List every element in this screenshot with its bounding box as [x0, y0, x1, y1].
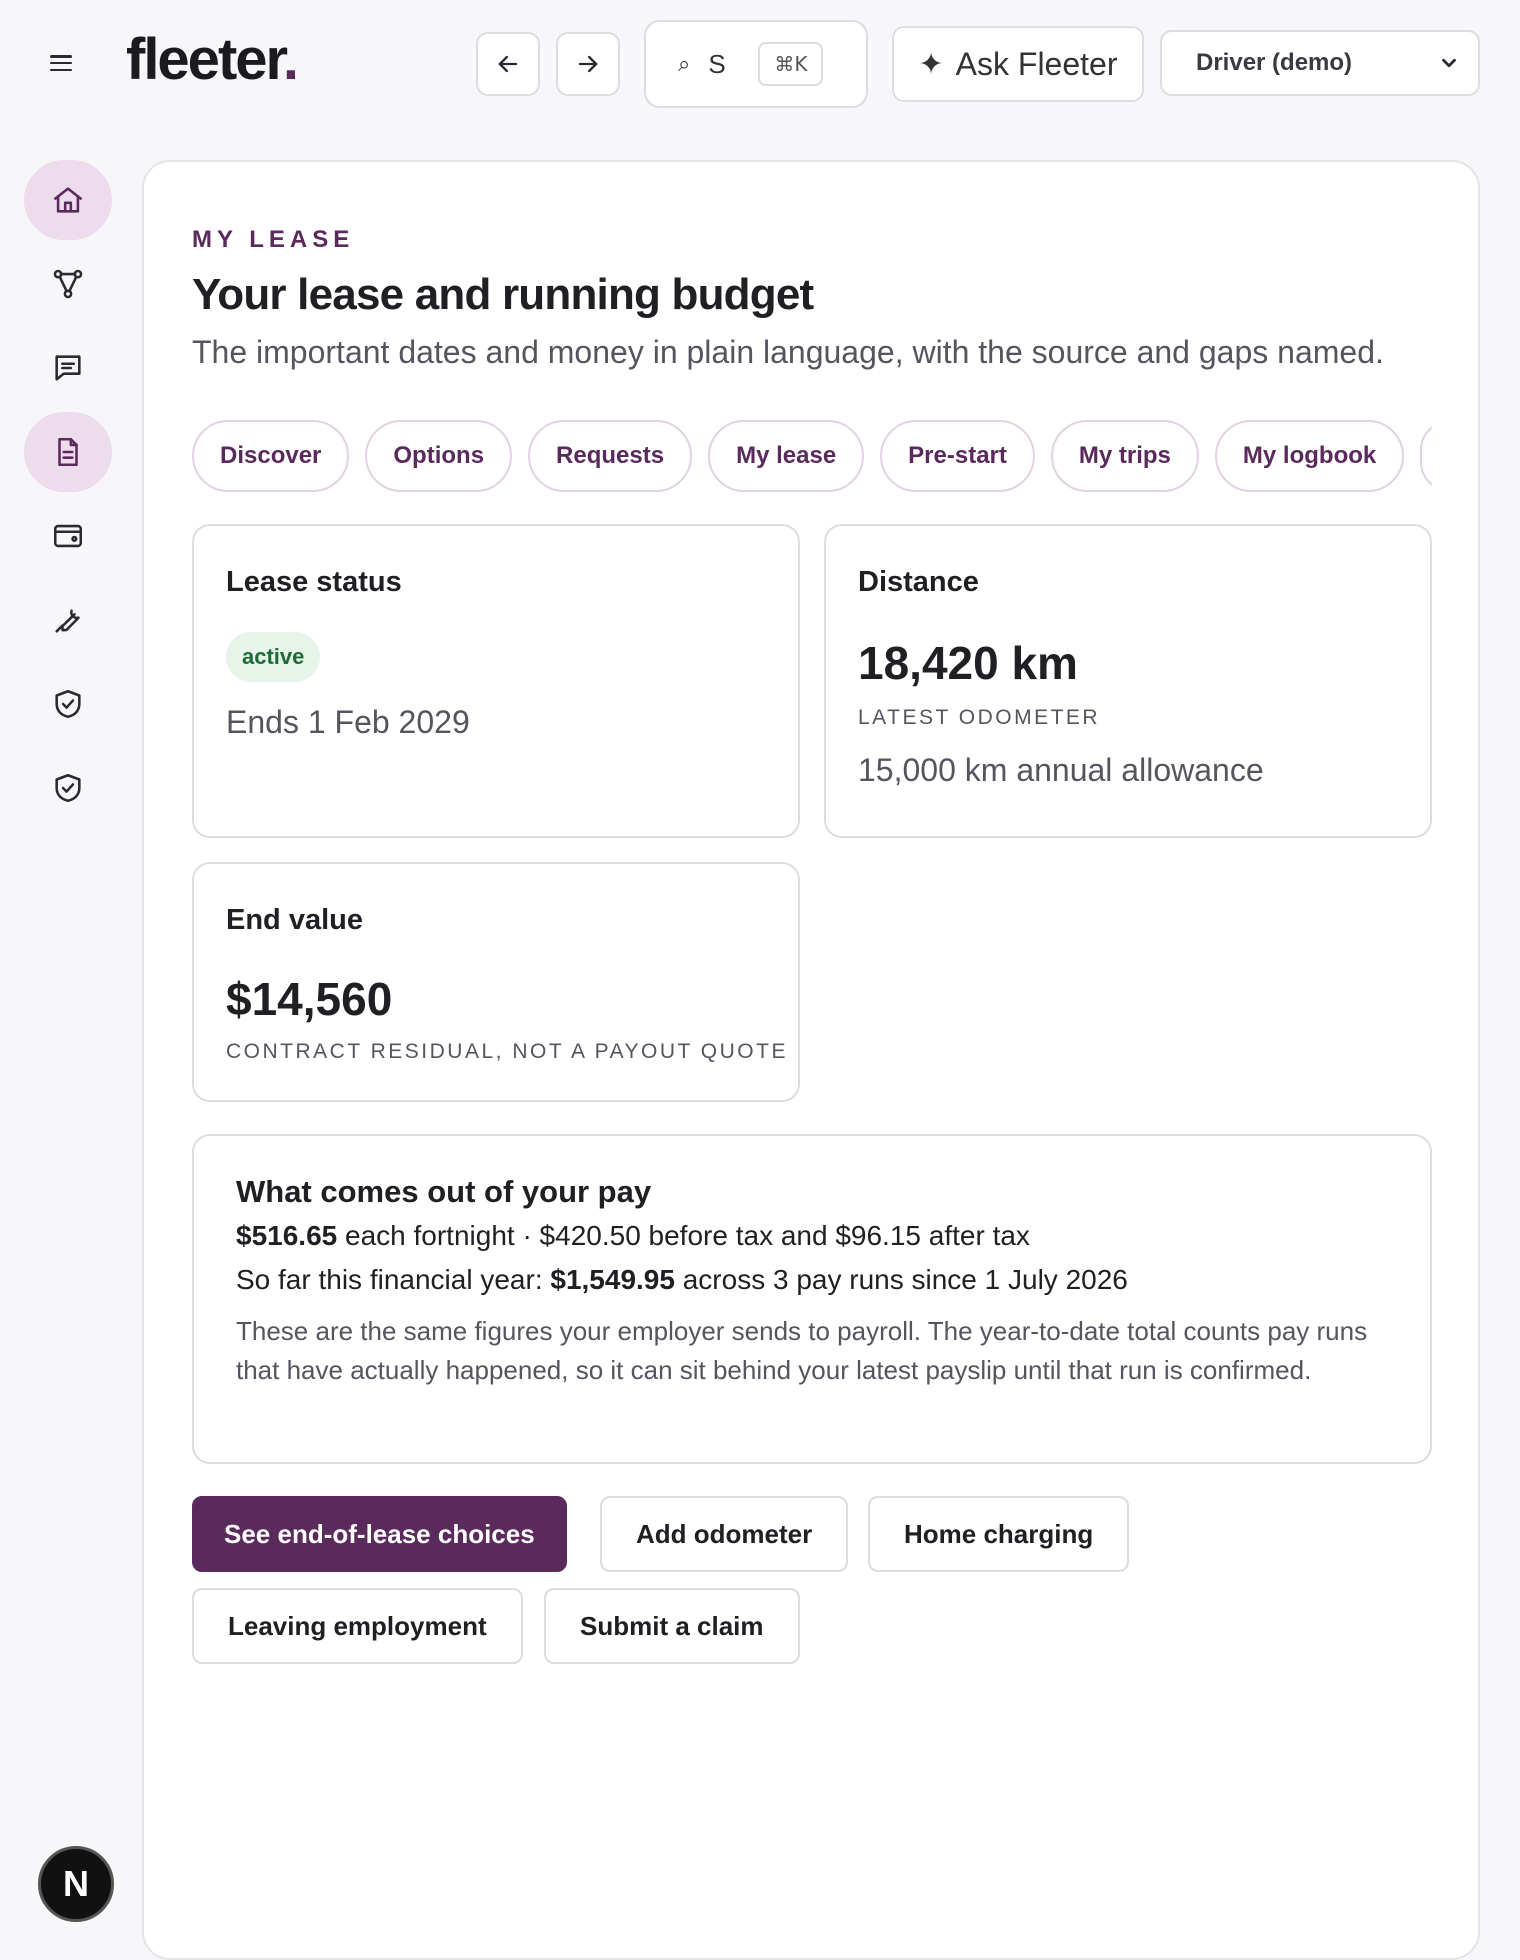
role-select-value: Driver (demo)	[1196, 49, 1353, 76]
lease-status-card: Lease status active Ends 1 Feb 2029	[192, 524, 800, 838]
ask-fleeter-label: Ask Fleeter	[955, 45, 1118, 82]
status-badge: active	[226, 632, 321, 682]
tab-my-lease[interactable]: My lease	[708, 420, 865, 492]
residual-value: $14,560	[226, 973, 393, 1025]
user-avatar[interactable]: N	[38, 1846, 114, 1922]
pay-title: What comes out of your pay	[236, 1174, 652, 1209]
home-charging-button[interactable]: Home charging	[868, 1496, 1130, 1572]
document-icon	[58, 437, 78, 467]
submit-claim-button[interactable]: Submit a claim	[544, 1588, 800, 1664]
section-tabs: Discover Options Requests My lease Pre-s…	[192, 420, 1432, 496]
end-value-card: End value $14,560 CONTRACT RESIDUAL, NOT…	[192, 862, 800, 1102]
page-eyebrow: MY LEASE	[192, 226, 355, 253]
wrench-icon	[55, 609, 80, 633]
sidebar-item-maintenance[interactable]	[24, 580, 112, 660]
page-title: Your lease and running budget	[192, 270, 814, 319]
shield-check-icon	[55, 689, 81, 719]
distance-title: Distance	[858, 566, 979, 598]
back-button[interactable]	[476, 32, 540, 96]
ask-fleeter-button[interactable]: ✦ Ask Fleeter	[892, 26, 1144, 102]
search-icon: ⌕	[678, 51, 691, 76]
ytd-prefix: So far this financial year:	[236, 1264, 551, 1295]
search-input[interactable]	[708, 48, 741, 80]
sidebar-item-home[interactable]	[24, 160, 112, 240]
annual-allowance: 15,000 km annual allowance	[858, 752, 1264, 788]
app-logo[interactable]: fleeter.	[126, 26, 299, 93]
sidebar-item-messages[interactable]	[24, 328, 112, 408]
forward-button[interactable]	[556, 32, 620, 96]
residual-label: CONTRACT RESIDUAL, NOT A PAYOUT QUOTE	[226, 1040, 788, 1063]
end-value-title: End value	[226, 904, 363, 936]
ytd-breakdown: across 3 pay runs since 1 July 2026	[674, 1264, 1128, 1295]
arrow-right-icon	[578, 55, 598, 73]
network-icon	[53, 269, 83, 299]
tab-options[interactable]: Options	[365, 420, 513, 492]
page-subtitle: The important dates and money in plain l…	[192, 334, 1384, 370]
add-odometer-button[interactable]: Add odometer	[600, 1496, 849, 1572]
distance-card: Distance 18,420 km LATEST ODOMETER 15,00…	[824, 524, 1432, 838]
pay-deduction-card: What comes out of your pay $516.65 each …	[192, 1134, 1432, 1464]
odometer-label: LATEST ODOMETER	[858, 706, 1101, 729]
end-of-lease-choices-button[interactable]: See end-of-lease choices	[192, 1496, 567, 1572]
tab-discover[interactable]: Discover	[192, 420, 350, 492]
search-box[interactable]: ⌕ ⌘K	[644, 20, 868, 108]
sidebar-item-lease[interactable]	[24, 412, 112, 492]
ytd-amount: $1,549.95	[550, 1264, 675, 1295]
fortnight-amount: $516.65	[236, 1220, 338, 1251]
sidebar-item-wallet[interactable]	[24, 496, 112, 576]
fortnight-deduction: $516.65 each fortnight · $420.50 before …	[236, 1220, 1030, 1252]
keyboard-shortcut-hint: ⌘K	[758, 42, 824, 86]
tab-more[interactable]	[1420, 420, 1432, 492]
leaving-employment-button[interactable]: Leaving employment	[192, 1588, 523, 1664]
tab-my-trips[interactable]: My trips	[1050, 420, 1199, 492]
fortnight-breakdown: each fortnight · $420.50 before tax and …	[337, 1220, 1030, 1251]
pay-note: These are the same figures your employer…	[236, 1316, 1368, 1385]
chat-icon	[55, 355, 81, 381]
lease-end-date: Ends 1 Feb 2029	[226, 704, 470, 740]
home-icon	[53, 187, 83, 213]
sidebar-item-compliance[interactable]	[24, 664, 112, 744]
sidebar-item-safety[interactable]	[24, 748, 112, 828]
shield-check-icon	[55, 773, 81, 803]
tab-pre-start[interactable]: Pre-start	[880, 420, 1035, 492]
ytd-deduction: So far this financial year: $1,549.95 ac…	[236, 1264, 1128, 1296]
wallet-icon	[53, 524, 83, 548]
tab-requests[interactable]: Requests	[528, 420, 693, 492]
menu-icon[interactable]	[50, 55, 72, 71]
role-select[interactable]: Driver (demo)	[1160, 30, 1480, 96]
sidebar-item-network[interactable]	[24, 244, 112, 324]
sparkle-icon: ✦	[918, 47, 944, 81]
top-bar: fleeter. ⌕ ⌘K ✦ Ask Fleeter Driver (demo…	[0, 0, 1520, 130]
lease-status-title: Lease status	[226, 566, 402, 598]
arrow-left-icon	[498, 55, 518, 73]
main-panel: MY LEASE Your lease and running budget T…	[142, 160, 1480, 1960]
odometer-value: 18,420 km	[858, 637, 1078, 689]
chevron-down-icon	[1442, 58, 1456, 68]
tab-my-logbook[interactable]: My logbook	[1214, 420, 1405, 492]
